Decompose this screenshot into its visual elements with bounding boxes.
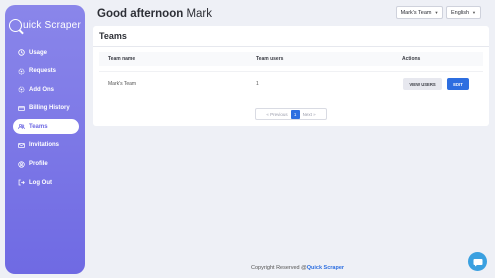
sidebar-item-add-ons[interactable]: Add Ons [13,82,79,97]
previous-page-link[interactable]: « Previous [266,112,287,117]
user-icon [18,160,25,168]
team-select-value: Mark's Team [400,9,432,16]
sidebar: uick Scraper Usage Requests Add Ons Bill… [5,5,85,274]
column-header-team-name: Team name [108,56,136,62]
sidebar-item-label: Usage [29,49,48,56]
sidebar-item-profile[interactable]: Profile [13,157,79,172]
table-header: Team name Team users Actions [99,52,483,66]
gear-icon [18,68,25,75]
table-row: Mark's Team 1 VIEW USERS EDIT [99,71,483,96]
greeting-text: Good afternoon [97,8,184,20]
language-select[interactable]: English ▼ [446,6,481,19]
sidebar-item-label: Requests [29,68,57,75]
logout-icon [18,179,25,186]
sidebar-item-usage[interactable]: Usage [13,45,79,60]
edit-team-button[interactable]: EDIT [447,78,469,90]
logo[interactable]: uick Scraper [5,17,85,33]
pagination: « Previous 1 Next » [255,108,327,120]
user-name: Mark [186,8,213,20]
sidebar-item-requests[interactable]: Requests [13,64,79,79]
clock-icon [18,49,25,56]
sidebar-item-label: Billing History [29,105,70,112]
sidebar-item-label: Invitations [29,142,60,149]
language-select-value: English [450,9,470,16]
footer-copyright: Copyright Reserved @Quick Scraper [251,265,344,271]
page-title: Teams [99,31,127,41]
footer-prefix: Copyright Reserved @ [251,265,307,271]
sidebar-item-label: Teams [29,123,48,130]
footer-brand-link[interactable]: Quick Scraper [307,265,344,271]
divider [93,46,489,47]
team-name-cell: Mark's Team [108,81,137,87]
gear-icon [18,86,25,93]
logo-q-icon [9,18,22,32]
sidebar-item-invitations[interactable]: Invitations [13,138,79,153]
sidebar-nav: Usage Requests Add Ons Billing History T… [5,45,85,190]
team-users-cell: 1 [256,81,259,87]
mail-icon [18,142,25,149]
column-header-actions: Actions [402,56,421,62]
teams-card: Teams Team name Team users Actions Mark'… [93,26,489,126]
sidebar-item-label: Profile [29,161,48,168]
sidebar-item-label: Log Out [29,179,52,186]
sidebar-item-teams[interactable]: Teams [13,119,79,135]
view-users-button[interactable]: VIEW USERS [403,78,442,90]
logo-text: uick Scraper [23,19,81,31]
chat-button[interactable] [468,252,487,271]
chevron-down-icon: ▼ [472,10,476,15]
greeting-heading: Good afternoon Mark [97,8,212,20]
card-icon [18,105,25,112]
next-page-link[interactable]: Next » [303,112,316,117]
chevron-down-icon: ▼ [434,10,439,15]
column-header-team-users: Team users [256,56,284,62]
sidebar-item-label: Add Ons [29,86,54,93]
team-select[interactable]: Mark's Team ▼ [396,6,443,19]
team-icon [18,123,25,130]
chat-icon [473,258,482,266]
sidebar-item-billing-history[interactable]: Billing History [13,101,79,116]
current-page-number[interactable]: 1 [290,109,300,119]
sidebar-item-log-out[interactable]: Log Out [13,175,79,190]
